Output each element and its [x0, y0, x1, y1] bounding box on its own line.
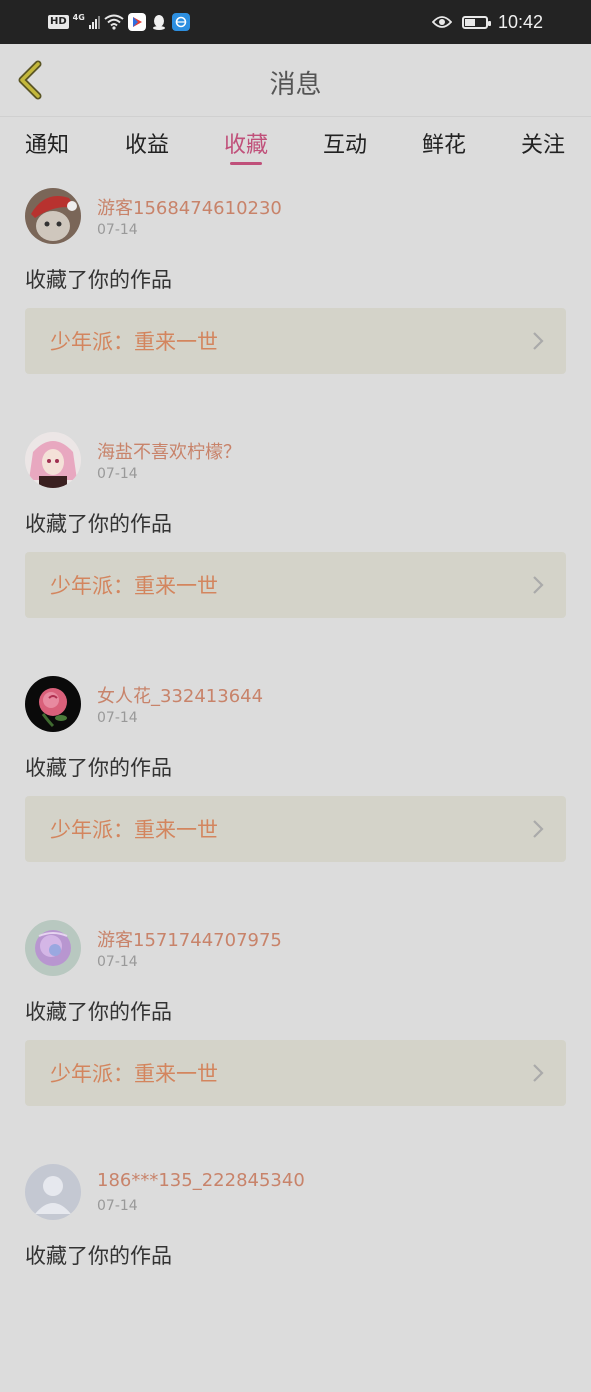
- username[interactable]: 游客1568474610230: [97, 194, 282, 220]
- favorites-list: 游客1568474610230 07-14 收藏了你的作品 少年派：重来一世 海…: [0, 172, 591, 1392]
- tab-earnings[interactable]: 收益: [125, 127, 169, 159]
- tab-interactions[interactable]: 互动: [323, 127, 367, 159]
- app-header: 消息: [0, 44, 591, 116]
- avatar[interactable]: [25, 432, 81, 488]
- action-text: 收藏了你的作品: [25, 268, 172, 292]
- avatar[interactable]: [25, 188, 81, 244]
- tab-notifications[interactable]: 通知: [25, 127, 69, 159]
- action-text: 收藏了你的作品: [25, 1000, 172, 1024]
- battery-level: [464, 18, 475, 26]
- status-bar: HD 4G 10:42: [0, 0, 591, 44]
- date: 07-14: [97, 222, 138, 238]
- work-link[interactable]: 少年派：重来一世: [25, 308, 566, 374]
- chevron-right-icon: [533, 820, 544, 838]
- work-link[interactable]: 少年派：重来一世: [25, 796, 566, 862]
- video-app-icon: [127, 13, 146, 31]
- list-item: 游客1571744707975 07-14 收藏了你的作品 少年派：重来一世: [0, 904, 591, 1124]
- action-text: 收藏了你的作品: [25, 756, 172, 780]
- date: 07-14: [97, 1198, 138, 1214]
- list-item: 女人花_332413644 07-14 收藏了你的作品 少年派：重来一世: [0, 660, 591, 880]
- battery-icon: [461, 15, 491, 29]
- hd-badge: HD: [48, 15, 69, 29]
- page-title: 消息: [269, 70, 322, 100]
- list-item: 186***135_222845340 07-14 收藏了你的作品: [0, 1148, 591, 1368]
- wifi-icon: [104, 14, 124, 30]
- action-text: 收藏了你的作品: [25, 1244, 172, 1268]
- work-title: 少年派：重来一世: [50, 574, 218, 598]
- action-text: 收藏了你的作品: [25, 512, 172, 536]
- date: 07-14: [97, 954, 138, 970]
- tab-favorites[interactable]: 收藏: [224, 127, 268, 159]
- work-link[interactable]: 少年派：重来一世: [25, 552, 566, 618]
- avatar[interactable]: [25, 920, 81, 976]
- eye-icon: [431, 16, 452, 28]
- tab-bar: 通知 收益 收藏 互动 鲜花 关注: [0, 116, 591, 173]
- browser-icon: [171, 13, 190, 31]
- avatar[interactable]: [25, 1164, 81, 1220]
- status-icons-left: HD 4G: [48, 11, 190, 33]
- active-tab-indicator: [230, 162, 262, 165]
- work-link[interactable]: 少年派：重来一世: [25, 1040, 566, 1106]
- tab-flowers[interactable]: 鲜花: [422, 127, 466, 159]
- username[interactable]: 女人花_332413644: [97, 682, 263, 708]
- network-type: 4G: [72, 12, 85, 22]
- work-title: 少年派：重来一世: [50, 1062, 218, 1086]
- username[interactable]: 海盐不喜欢柠檬？: [97, 438, 241, 464]
- date: 07-14: [97, 466, 138, 482]
- chevron-right-icon: [533, 332, 544, 350]
- date: 07-14: [97, 710, 138, 726]
- tab-follows[interactable]: 关注: [521, 127, 565, 159]
- avatar[interactable]: [25, 676, 81, 732]
- chevron-right-icon: [533, 576, 544, 594]
- username[interactable]: 游客1571744707975: [97, 926, 282, 952]
- chevron-right-icon: [533, 1064, 544, 1082]
- work-title: 少年派：重来一世: [50, 818, 218, 842]
- work-title: 少年派：重来一世: [50, 330, 218, 354]
- clock: 10:42: [497, 11, 543, 32]
- qq-icon: [150, 13, 168, 31]
- signal-icon: [88, 15, 100, 29]
- list-item: 海盐不喜欢柠檬？ 07-14 收藏了你的作品 少年派：重来一世: [0, 416, 591, 636]
- list-item: 游客1568474610230 07-14 收藏了你的作品 少年派：重来一世: [0, 172, 591, 392]
- username[interactable]: 186***135_222845340: [97, 1170, 305, 1191]
- status-icons-right: 10:42: [431, 10, 543, 34]
